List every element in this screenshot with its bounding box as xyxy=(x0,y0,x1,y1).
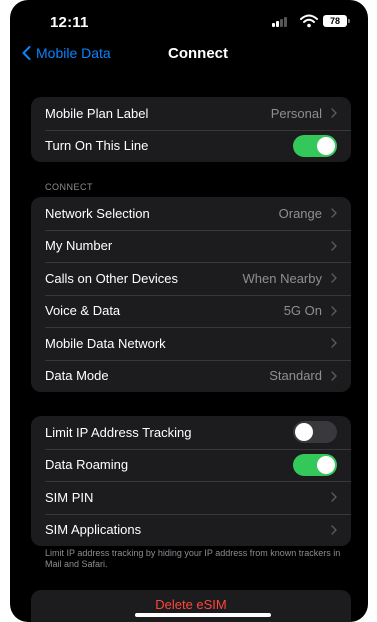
row-label: Network Selection xyxy=(45,205,150,221)
row-value: Personal xyxy=(270,105,322,121)
delete-esim-group: Delete eSIM xyxy=(31,590,351,622)
home-indicator xyxy=(135,613,271,617)
page-title: Connect xyxy=(168,45,228,62)
row-label: Mobile Data Network xyxy=(45,335,166,351)
chevron-right-icon xyxy=(331,371,337,381)
chevron-right-icon xyxy=(331,492,337,502)
row-label: Limit IP Address Tracking xyxy=(45,424,192,440)
data-roaming-row: Data Roaming xyxy=(31,448,351,482)
chevron-left-icon xyxy=(22,46,31,60)
back-button-label: Mobile Data xyxy=(36,45,111,61)
row-label: Mobile Plan Label xyxy=(45,105,149,121)
chevron-right-icon xyxy=(331,338,337,348)
ip-tracking-footer-note: Limit IP address tracking by hiding your… xyxy=(45,548,341,569)
battery-icon: 78 xyxy=(323,15,347,27)
delete-esim-button[interactable]: Delete eSIM xyxy=(31,597,351,612)
row-label: SIM PIN xyxy=(45,489,94,505)
status-time: 12:11 xyxy=(50,14,89,31)
row-label: Voice & Data xyxy=(45,303,121,319)
mobile-plan-label-row[interactable]: Mobile Plan Label Personal xyxy=(31,97,351,130)
toggle-knob xyxy=(317,455,335,474)
chevron-right-icon xyxy=(331,273,337,283)
row-label: My Number xyxy=(45,238,113,254)
my-number-row[interactable]: My Number xyxy=(31,229,351,263)
row-label: Calls on Other Devices xyxy=(45,270,178,286)
phone-screen: 12:11 78 Mobile Data Connect Mobile Plan… xyxy=(10,0,368,622)
toggle-knob xyxy=(317,136,335,155)
row-value: 5G On xyxy=(283,303,322,319)
chevron-right-icon xyxy=(331,108,337,118)
row-label: Turn On This Line xyxy=(45,138,149,154)
row-label: Data Mode xyxy=(45,368,109,384)
voice-and-data-row[interactable]: Voice & Data 5G On xyxy=(31,294,351,328)
battery-tip xyxy=(348,19,350,23)
sim-applications-row[interactable]: SIM Applications xyxy=(31,513,351,547)
status-bar: 12:11 78 xyxy=(10,0,368,40)
turn-on-line-row: Turn On This Line xyxy=(31,129,351,163)
data-roaming-toggle[interactable] xyxy=(293,453,337,476)
chevron-right-icon xyxy=(331,306,337,316)
row-label: SIM Applications xyxy=(45,522,142,538)
back-button[interactable]: Mobile Data xyxy=(22,45,111,61)
sim-pin-row[interactable]: SIM PIN xyxy=(31,481,351,514)
mobile-data-network-row[interactable]: Mobile Data Network xyxy=(31,327,351,360)
section-header-connect: CONNECT xyxy=(45,182,93,192)
row-value: Standard xyxy=(269,368,322,384)
navigation-bar: Mobile Data Connect xyxy=(10,40,368,68)
toggle-knob xyxy=(295,423,313,442)
chevron-right-icon xyxy=(331,525,337,535)
row-value: When Nearby xyxy=(242,270,322,286)
calls-on-other-devices-row[interactable]: Calls on Other Devices When Nearby xyxy=(31,262,351,295)
row-value: Orange xyxy=(278,205,322,221)
connect-group: Network Selection Orange My Number Calls… xyxy=(31,197,351,392)
limit-ip-tracking-row: Limit IP Address Tracking xyxy=(31,416,351,449)
privacy-group: Limit IP Address Tracking Data Roaming S… xyxy=(31,416,351,546)
wifi-icon xyxy=(300,14,318,28)
cellular-signal-icon xyxy=(272,17,287,27)
plan-group: Mobile Plan Label Personal Turn On This … xyxy=(31,97,351,162)
chevron-right-icon xyxy=(331,208,337,218)
row-label: Data Roaming xyxy=(45,457,129,473)
network-selection-row[interactable]: Network Selection Orange xyxy=(31,197,351,230)
turn-on-line-toggle[interactable] xyxy=(293,134,337,157)
data-mode-row[interactable]: Data Mode Standard xyxy=(31,359,351,393)
chevron-right-icon xyxy=(331,241,337,251)
limit-ip-tracking-toggle[interactable] xyxy=(293,421,337,444)
